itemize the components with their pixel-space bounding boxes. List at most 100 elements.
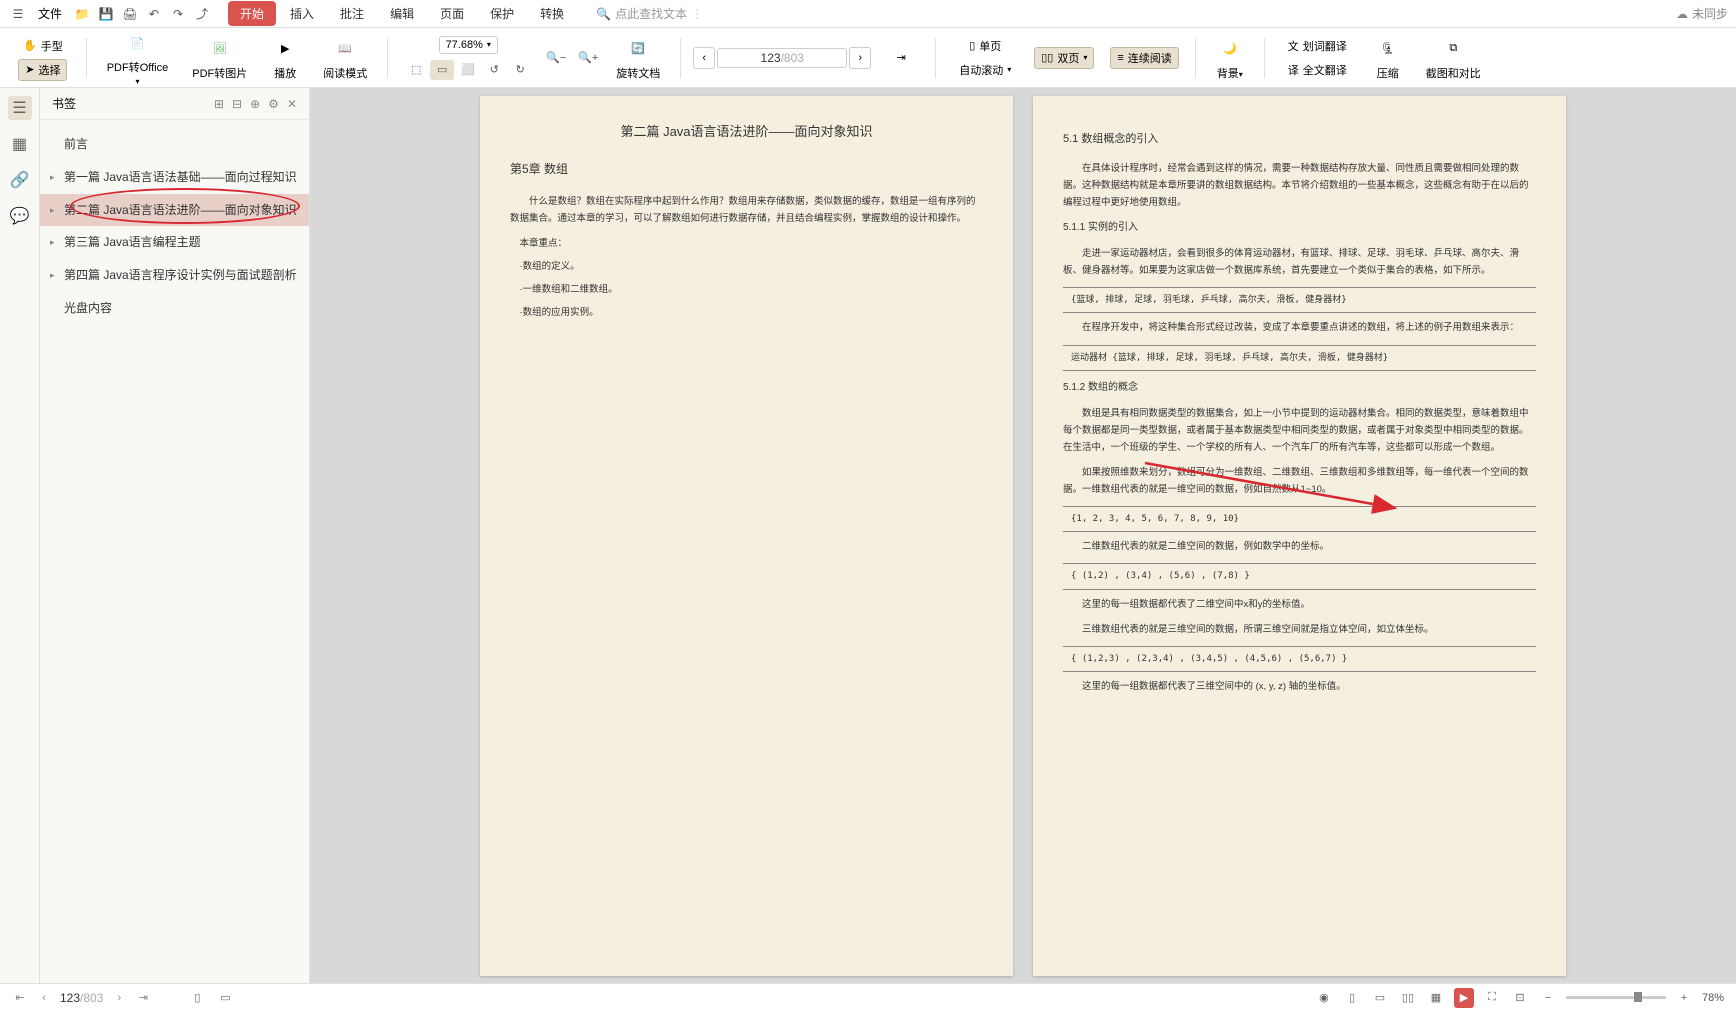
ribbon-toolbar: ✋手型 ➤选择 📄 PDF转Office▾ 🖼 PDF转图片 ▶ 播放 📖 阅读… <box>0 28 1736 88</box>
bookmark-item-part4[interactable]: ▸第四篇 Java语言程序设计实例与面试题剖析 <box>40 259 309 292</box>
code-5: { (1,2,3) , (2,3,4) , (3,4,5) , (4,5,6) … <box>1063 646 1536 672</box>
code-1: {篮球, 排球, 足球, 羽毛球, 乒乓球, 高尔夫, 滑板, 健身器材} <box>1063 287 1536 313</box>
word-translate-btn[interactable]: 文划词翻译 <box>1281 35 1354 57</box>
play-icon: ▶ <box>271 35 299 63</box>
first-page-btn[interactable]: ⇤ <box>12 990 28 1006</box>
last-page-btn[interactable]: ⇥ <box>135 990 151 1006</box>
tab-start[interactable]: 开始 <box>228 1 276 26</box>
bm-expand-icon[interactable]: ⊞ <box>214 97 224 111</box>
thumbnails-rail-icon[interactable]: ▦ <box>8 132 32 156</box>
attachments-rail-icon[interactable]: 🔗 <box>8 168 32 192</box>
bookmark-item-preface[interactable]: 前言 <box>40 128 309 161</box>
fullscreen-icon[interactable]: ⛶ <box>1482 988 1502 1008</box>
undo-icon[interactable]: ↶ <box>144 4 164 24</box>
tab-protect[interactable]: 保护 <box>478 1 526 26</box>
bookmark-item-cd[interactable]: 光盘内容 <box>40 292 309 325</box>
background-btn[interactable]: 🌙 背景▾ <box>1208 31 1252 85</box>
tab-convert[interactable]: 转换 <box>528 1 576 26</box>
next-page-btn[interactable]: › <box>849 47 871 69</box>
para-1: 在具体设计程序时，经常会遇到这样的情况，需要一种数据结构存放大量、同性质且需要做… <box>1063 160 1536 211</box>
zoom-out-sb-icon[interactable]: − <box>1538 988 1558 1008</box>
code-3: {1, 2, 3, 4, 5, 6, 7, 8, 9, 10} <box>1063 506 1536 532</box>
translate-icon: 文 <box>1288 38 1299 54</box>
layout-3-icon[interactable]: ▯▯ <box>1398 988 1418 1008</box>
layout-4-icon[interactable]: ▦ <box>1426 988 1446 1008</box>
zoom-out-icon[interactable]: 🔍− <box>544 48 568 68</box>
comments-rail-icon[interactable]: 💬 <box>8 204 32 228</box>
compare-icon: ⧉ <box>1439 35 1467 63</box>
tab-page[interactable]: 页面 <box>428 1 476 26</box>
bm-add-icon[interactable]: ⊕ <box>250 97 260 111</box>
select-tool[interactable]: ➤选择 <box>18 59 67 81</box>
screenshot-compare-btn[interactable]: ⧉ 截图和对比 <box>1418 31 1489 85</box>
bookmarks-rail-icon[interactable]: ☰ <box>8 96 32 120</box>
document-viewer[interactable]: 第二篇 Java语言语法进阶——面向对象知识 第5章 数组 什么是数组？数组在实… <box>310 88 1736 983</box>
hand-icon: ✋ <box>23 39 37 52</box>
goto-page[interactable]: ⇥ <box>879 40 923 76</box>
tab-edit[interactable]: 编辑 <box>378 1 426 26</box>
print-icon[interactable]: 🖨 <box>120 4 140 24</box>
pdf-to-image[interactable]: 🖼 PDF转图片 <box>184 31 255 85</box>
page-input[interactable]: 123/803 <box>717 48 847 68</box>
actual-size-icon[interactable]: ⬜ <box>456 60 480 80</box>
next-page-sb-btn[interactable]: › <box>111 990 127 1006</box>
bookmark-item-part3[interactable]: ▸第三篇 Java语言编程主题 <box>40 226 309 259</box>
fit-page-icon[interactable]: ▭ <box>430 60 454 80</box>
search-placeholder: 点此查找文本 <box>615 5 687 22</box>
export-icon[interactable]: ⤴ <box>192 4 212 24</box>
layout-1-icon[interactable]: ▯ <box>1342 988 1362 1008</box>
rotate-doc[interactable]: 🔄 旋转文档 <box>608 31 668 85</box>
fit-icon[interactable]: ⊡ <box>1510 988 1530 1008</box>
double-page-btn[interactable]: ▯▯双页▾ <box>1034 47 1094 69</box>
file-menu[interactable]: 文件 <box>32 5 68 22</box>
redo-icon[interactable]: ↷ <box>168 4 188 24</box>
bookmark-list: 前言 ▸第一篇 Java语言语法基础——面向过程知识 ▸ 第二篇 Java语言语… <box>40 120 309 983</box>
zoom-slider[interactable] <box>1566 996 1666 999</box>
point-3: ·数组的应用实例。 <box>520 304 984 321</box>
compress-btn[interactable]: 🗜 压缩 <box>1366 31 1410 85</box>
bookmark-item-part2[interactable]: ▸ 第二篇 Java语言语法进阶——面向对象知识 <box>40 194 309 227</box>
continuous-btn[interactable]: ≡连续阅读 <box>1110 47 1178 69</box>
chevron-right-icon: ▸ <box>50 236 55 249</box>
rotate-right-icon[interactable]: ↻ <box>508 60 532 80</box>
view-mode-2-icon[interactable]: ▭ <box>215 988 235 1008</box>
sync-status[interactable]: ☁ 未同步 <box>1676 5 1728 22</box>
hand-tool[interactable]: ✋手型 <box>16 35 70 57</box>
play-button[interactable]: ▶ 播放 <box>263 31 307 85</box>
point-2: ·一维数组和二维数组。 <box>520 281 984 298</box>
left-rail: ☰ ▦ 🔗 💬 <box>0 88 40 983</box>
status-page[interactable]: 123/803 <box>60 991 103 1005</box>
cursor-icon: ➤ <box>25 63 34 76</box>
zoom-in-icon[interactable]: 🔍+ <box>576 48 600 68</box>
menu-hamburger-icon[interactable]: ☰ <box>8 4 28 24</box>
rotate-left-icon[interactable]: ↺ <box>482 60 506 80</box>
prev-page-sb-btn[interactable]: ‹ <box>36 990 52 1006</box>
full-translate-btn[interactable]: 译全文翻译 <box>1281 59 1354 81</box>
prev-page-btn[interactable]: ‹ <box>693 47 715 69</box>
bookmark-item-part1[interactable]: ▸第一篇 Java语言语法基础——面向过程知识 <box>40 161 309 194</box>
section-5-1: 5.1 数组概念的引入 <box>1063 130 1536 150</box>
layout-2-icon[interactable]: ▭ <box>1370 988 1390 1008</box>
para-3: 在程序开发中，将这种集合形式经过改装，变成了本章要重点讲述的数组，将上述的例子用… <box>1063 319 1536 336</box>
pdf-to-office[interactable]: 📄 PDF转Office▾ <box>99 25 177 90</box>
single-page-btn[interactable]: ▯单页 <box>962 35 1008 57</box>
play-sb-icon[interactable]: ▶ <box>1454 988 1474 1008</box>
tab-annotate[interactable]: 批注 <box>328 1 376 26</box>
weibo-icon[interactable]: ◉ <box>1314 988 1334 1008</box>
view-mode-1-icon[interactable]: ▯ <box>187 988 207 1008</box>
zoom-combo[interactable]: 77.68%▾ <box>439 36 498 54</box>
auto-scroll-btn[interactable]: 自动滚动▾ <box>952 59 1018 81</box>
zoom-in-sb-icon[interactable]: + <box>1674 988 1694 1008</box>
bm-settings-icon[interactable]: ⚙ <box>268 97 279 111</box>
bm-collapse-icon[interactable]: ⊟ <box>232 97 242 111</box>
tab-insert[interactable]: 插入 <box>278 1 326 26</box>
save-icon[interactable]: 💾 <box>96 4 116 24</box>
open-icon[interactable]: 📁 <box>72 4 92 24</box>
zoom-value[interactable]: 78% <box>1702 992 1724 1004</box>
read-mode[interactable]: 📖 阅读模式 <box>315 31 375 85</box>
bm-close-icon[interactable]: ✕ <box>287 97 297 111</box>
search-field[interactable]: 🔍 点此查找文本 ⋮ <box>596 5 703 22</box>
section-5-1-2: 5.1.2 数组的概念 <box>1063 379 1536 397</box>
para-4: 数组是具有相同数据类型的数据集合，如上一小节中提到的运动器材集合。相同的数据类型… <box>1063 405 1536 456</box>
fit-width-icon[interactable]: ⬚ <box>404 60 428 80</box>
